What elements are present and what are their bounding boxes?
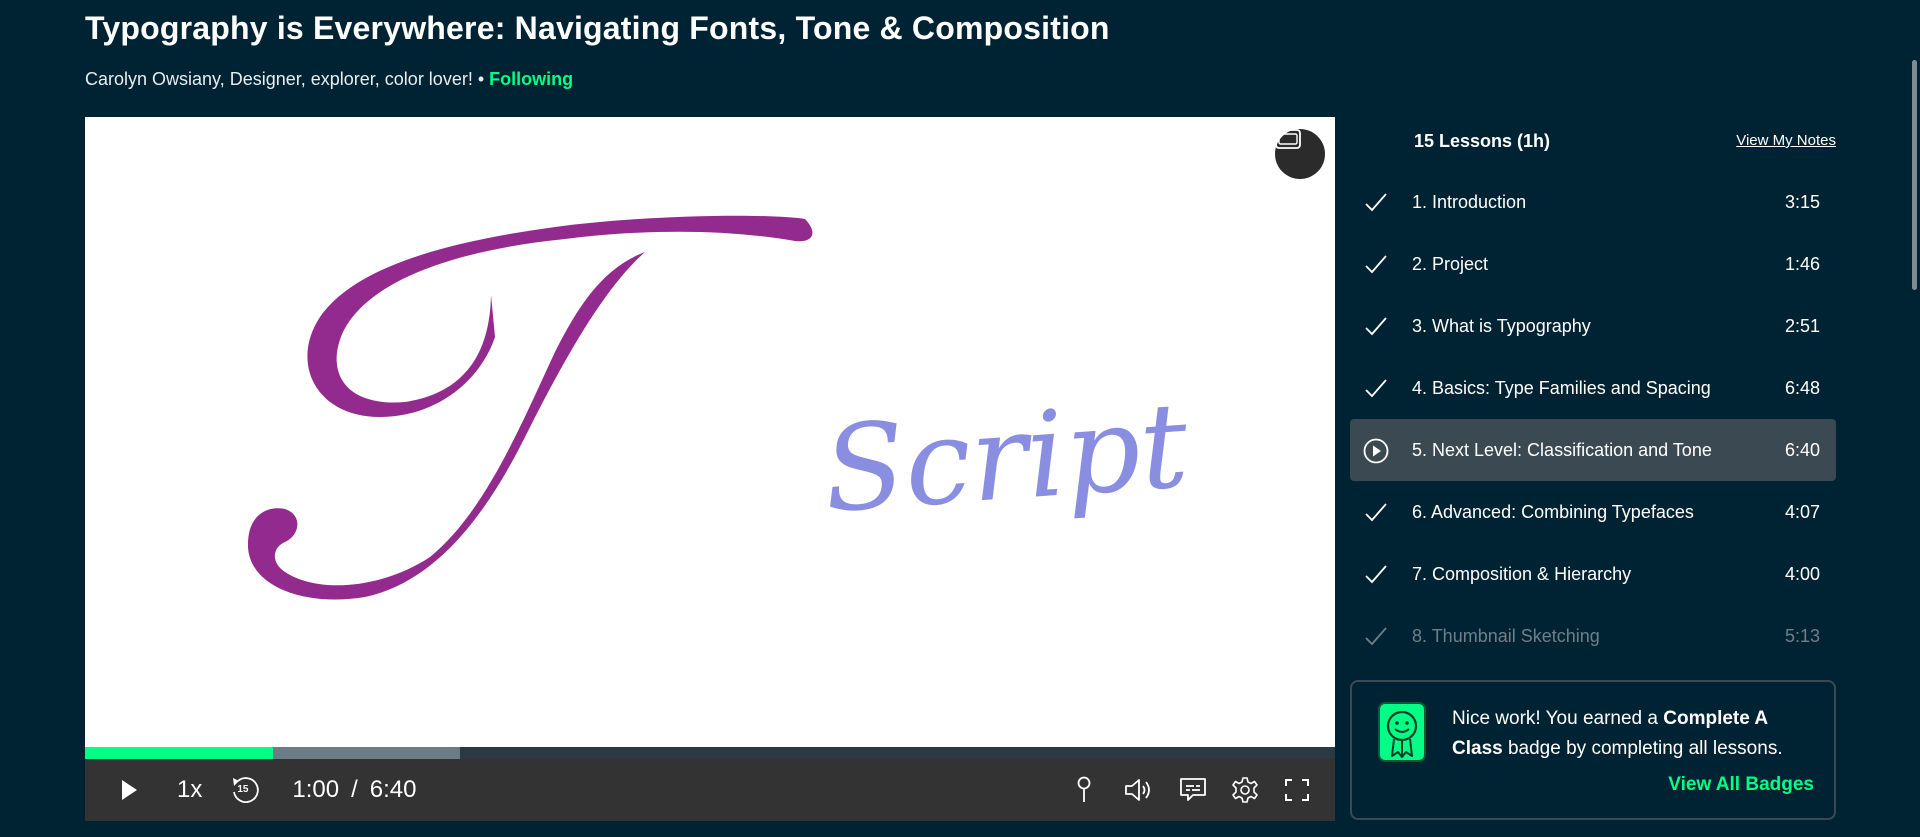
course-page: Typography is Everywhere: Navigating Fon… — [0, 0, 1920, 837]
lesson-item[interactable]: 5. Next Level: Classification and Tone 6:… — [1350, 419, 1836, 481]
lesson-title: 4. Basics: Type Families and Spacing — [1412, 377, 1711, 398]
lesson-title: 3. What is Typography — [1412, 315, 1591, 336]
checkmark-icon — [1362, 251, 1390, 279]
volume-button[interactable] — [1119, 770, 1159, 810]
lesson-duration: 6:48 — [1784, 377, 1820, 398]
video-player[interactable]: Script 1x 15 1:00 / 6:40 — [85, 117, 1335, 821]
play-button[interactable] — [111, 770, 147, 810]
rewind-seconds: 15 — [237, 784, 249, 795]
lesson-title: 8. Thumbnail Sketching — [1412, 625, 1600, 646]
player-controls: 1x 15 1:00 / 6:40 — [85, 759, 1335, 821]
lesson-duration: 1:46 — [1784, 253, 1820, 274]
lesson-duration: 2:51 — [1784, 315, 1820, 336]
rewind-15-button[interactable]: 15 — [228, 773, 262, 807]
checkmark-icon — [1362, 499, 1390, 527]
view-my-notes-link[interactable]: View My Notes — [1736, 132, 1836, 149]
settings-button[interactable] — [1225, 770, 1265, 810]
video-duration: 6:40 — [369, 776, 417, 803]
checkmark-icon — [1362, 375, 1390, 403]
time-separator: / — [351, 776, 358, 803]
course-title: Typography is Everywhere: Navigating Fon… — [85, 10, 1110, 46]
progress-played — [85, 747, 273, 759]
instructor-info: Carolyn Owsiany, Designer, explorer, col… — [85, 69, 485, 89]
video-slide-graphic: Script — [247, 215, 1193, 600]
lesson-duration: 5:13 — [1784, 625, 1820, 646]
checkmark-icon — [1362, 561, 1390, 589]
video-frame[interactable]: Script — [85, 117, 1335, 747]
badge-text-before: Nice work! You earned a — [1452, 708, 1664, 729]
lesson-title: 2. Project — [1412, 253, 1489, 274]
badge-card: Nice work! You earned a Complete A Class… — [1350, 680, 1836, 820]
following-button[interactable]: Following — [489, 69, 573, 89]
view-all-badges-link[interactable]: View All Badges — [1668, 774, 1814, 796]
lesson-duration: 6:40 — [1784, 439, 1820, 460]
checkmark-icon — [1362, 313, 1390, 341]
lesson-item[interactable]: 6. Advanced: Combining Typefaces 4:07 — [1350, 481, 1836, 543]
slide-letter-t — [247, 215, 813, 600]
lesson-title: 6. Advanced: Combining Typefaces — [1412, 501, 1694, 522]
checkmark-icon — [1362, 623, 1390, 651]
badge-text-after: badge by completing all lessons. — [1502, 738, 1783, 759]
gear-icon — [1232, 777, 1258, 803]
captions-icon — [1180, 778, 1206, 801]
fullscreen-icon — [1285, 779, 1309, 801]
lesson-item[interactable]: 7. Composition & Hierarchy 4:00 — [1350, 543, 1836, 605]
pip-icon — [1275, 129, 1301, 149]
volume-icon — [1125, 779, 1150, 801]
current-time: 1:00 — [292, 776, 340, 803]
badge-message: Nice work! You earned a Complete A Class… — [1452, 704, 1822, 764]
pin-icon — [1077, 776, 1091, 802]
lesson-duration: 4:00 — [1784, 563, 1820, 584]
play-circle-icon — [1362, 437, 1390, 465]
lessons-header: 15 Lessons (1h) View My Notes — [1350, 131, 1836, 161]
lesson-title: 5. Next Level: Classification and Tone — [1412, 439, 1712, 460]
lessons-sidebar: 15 Lessons (1h) View My Notes 1. Introdu… — [1350, 117, 1836, 821]
lesson-duration: 3:15 — [1784, 191, 1820, 212]
add-note-button[interactable] — [1069, 770, 1099, 810]
instructor-byline: Carolyn Owsiany, Designer, explorer, col… — [85, 69, 573, 90]
lesson-item[interactable]: 8. Thumbnail Sketching 5:13 — [1350, 605, 1836, 667]
badge-icon — [1378, 702, 1426, 762]
lesson-item[interactable]: 1. Introduction 3:15 — [1350, 171, 1836, 233]
picture-in-picture-button[interactable] — [1275, 129, 1325, 179]
page-scrollbar[interactable] — [1912, 60, 1917, 290]
lesson-title: 7. Composition & Hierarchy — [1412, 563, 1632, 584]
fullscreen-button[interactable] — [1277, 770, 1317, 810]
lesson-title: 1. Introduction — [1412, 191, 1527, 212]
slide-word: Script — [819, 376, 1192, 539]
checkmark-icon — [1362, 189, 1390, 217]
lesson-item[interactable]: 3. What is Typography 2:51 — [1350, 295, 1836, 357]
lesson-item[interactable]: 2. Project 1:46 — [1350, 233, 1836, 295]
play-icon — [122, 780, 137, 800]
lessons-count: 15 Lessons (1h) — [1414, 131, 1551, 151]
playback-speed-button[interactable]: 1x — [177, 776, 202, 804]
lesson-duration: 4:07 — [1784, 501, 1820, 522]
progress-bar[interactable] — [85, 747, 1335, 759]
captions-button[interactable] — [1173, 770, 1213, 810]
lesson-item[interactable]: 4. Basics: Type Families and Spacing 6:48 — [1350, 357, 1836, 419]
